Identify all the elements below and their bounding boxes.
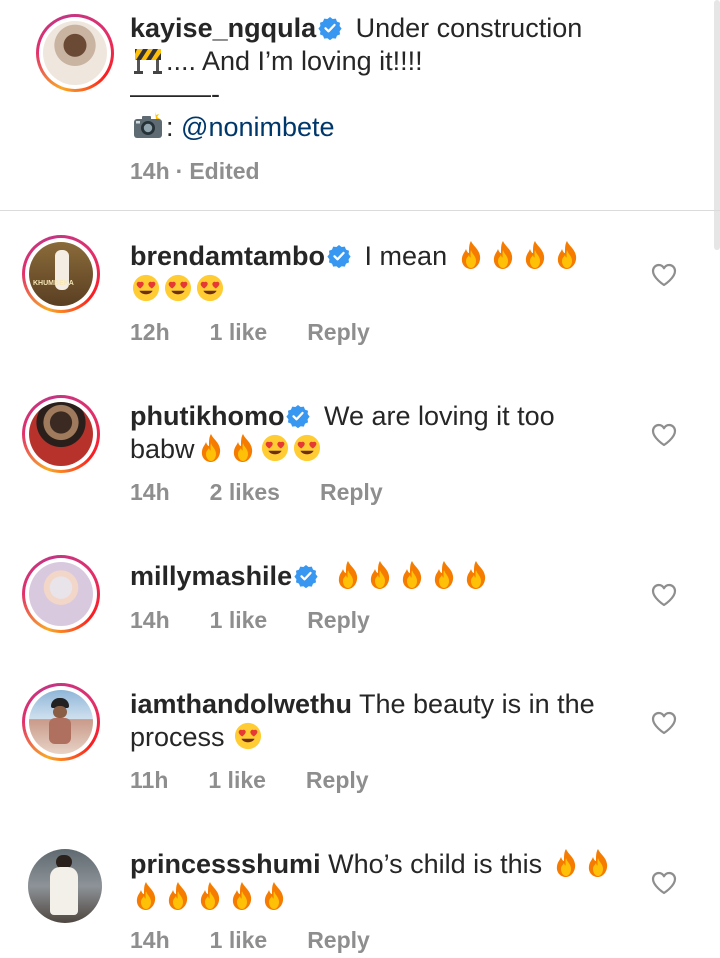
like-count[interactable]: 1 like xyxy=(210,607,268,634)
caption-line3: ———- xyxy=(130,79,220,109)
like-count[interactable]: 1 like xyxy=(210,927,268,954)
verified-icon xyxy=(327,244,351,268)
verified-icon xyxy=(294,564,318,588)
fire-icon xyxy=(197,433,225,463)
fire-icon xyxy=(553,240,581,270)
fire-icon xyxy=(132,881,160,911)
like-heart-icon[interactable] xyxy=(651,871,677,895)
avatar[interactable] xyxy=(22,555,100,633)
comment-text: phutikhomo We are loving it too babw xyxy=(130,400,610,466)
fire-icon xyxy=(164,881,192,911)
like-heart-icon[interactable] xyxy=(651,423,677,447)
reply-button[interactable]: Reply xyxy=(307,927,370,954)
reply-button[interactable]: Reply xyxy=(306,767,369,794)
edited-label: Edited xyxy=(189,158,260,184)
camera-icon xyxy=(132,111,164,141)
caption-time: 14h xyxy=(130,158,170,184)
fire-icon xyxy=(430,560,458,590)
like-heart-icon[interactable] xyxy=(651,711,677,735)
reply-button[interactable]: Reply xyxy=(320,479,383,506)
heart-eyes-icon xyxy=(293,433,321,463)
avatar[interactable]: KHUMBEKA xyxy=(22,235,100,313)
fire-icon xyxy=(229,433,257,463)
comment-meta: 14h 1 like Reply xyxy=(130,607,370,634)
construction-icon xyxy=(132,45,164,75)
reply-button[interactable]: Reply xyxy=(307,607,370,634)
comment-meta: 14h 2 likes Reply xyxy=(130,479,383,506)
fire-icon xyxy=(521,240,549,270)
comment-body: The beauty is in the xyxy=(359,689,595,719)
verified-icon xyxy=(286,404,310,428)
fire-icon xyxy=(489,240,517,270)
comment-username[interactable]: princessshumi xyxy=(130,849,321,879)
fire-icon xyxy=(196,881,224,911)
comment-body: We are loving it too xyxy=(324,401,555,431)
comment-text: brendamtambo I mean xyxy=(130,240,610,306)
fire-icon xyxy=(260,881,288,911)
fire-icon xyxy=(228,881,256,911)
comment-item: princessshumi Who’s child is this 14h 1 … xyxy=(0,841,720,958)
fire-icon xyxy=(334,560,362,590)
heart-eyes-icon xyxy=(261,433,289,463)
post-caption: kayise_ngqula Under construction .... An… xyxy=(0,0,720,210)
divider xyxy=(0,210,720,211)
heart-eyes-icon xyxy=(196,273,224,303)
comment-text: iamthandolwethu The beauty is in the pro… xyxy=(130,688,610,754)
comment-body: I mean xyxy=(364,241,448,271)
comment-item: KHUMBEKA brendamtambo I mean 12h 1 like … xyxy=(0,233,720,383)
comment-text: millymashile xyxy=(130,560,610,593)
like-count[interactable]: 2 likes xyxy=(210,479,280,506)
comment-body-cont: babw xyxy=(130,434,195,464)
heart-eyes-icon xyxy=(234,721,262,751)
comment-meta: 12h 1 like Reply xyxy=(130,319,370,346)
comment-meta: 11h 1 like Reply xyxy=(130,767,369,794)
fire-icon xyxy=(457,240,485,270)
comment-username[interactable]: iamthandolwethu xyxy=(130,689,352,719)
like-heart-icon[interactable] xyxy=(651,263,677,287)
caption-meta: 14h · Edited xyxy=(130,158,260,185)
mention-link[interactable]: @nonimbete xyxy=(181,112,335,142)
caption-text: kayise_ngqula Under construction .... An… xyxy=(130,12,620,144)
like-heart-icon[interactable] xyxy=(651,583,677,607)
comment-time: 12h xyxy=(130,319,170,345)
like-count[interactable]: 1 like xyxy=(208,767,266,794)
comment-time: 14h xyxy=(130,479,170,505)
caption-credit-sep: : xyxy=(166,112,174,142)
heart-eyes-icon xyxy=(132,273,160,303)
reply-button[interactable]: Reply xyxy=(307,319,370,346)
like-count[interactable]: 1 like xyxy=(210,319,268,346)
comment-time: 14h xyxy=(130,607,170,633)
comment-item: phutikhomo We are loving it too babw 14h… xyxy=(0,393,720,543)
fire-icon xyxy=(398,560,426,590)
comment-item: iamthandolwethu The beauty is in the pro… xyxy=(0,681,720,831)
avatar[interactable] xyxy=(22,683,100,761)
dot-separator: · xyxy=(175,158,184,184)
comment-time: 11h xyxy=(130,767,169,793)
caption-line1: Under construction xyxy=(355,13,583,43)
caption-username[interactable]: kayise_ngqula xyxy=(130,13,316,43)
avatar[interactable] xyxy=(28,849,102,923)
heart-eyes-icon xyxy=(164,273,192,303)
comment-body: Who’s child is this xyxy=(328,849,543,879)
comment-item: millymashile 14h 1 like Reply xyxy=(0,553,720,673)
comment-meta: 14h 1 like Reply xyxy=(130,927,370,954)
fire-icon xyxy=(584,848,612,878)
comment-text: princessshumi Who’s child is this xyxy=(130,848,610,914)
comment-time: 14h xyxy=(130,927,170,953)
avatar[interactable] xyxy=(22,395,100,473)
comment-username[interactable]: brendamtambo xyxy=(130,241,325,271)
comment-body-cont: process xyxy=(130,722,225,752)
avatar[interactable] xyxy=(36,14,114,92)
fire-icon xyxy=(552,848,580,878)
caption-line2: .... And I’m loving it!!!! xyxy=(166,46,423,76)
verified-icon xyxy=(318,16,342,40)
fire-icon xyxy=(366,560,394,590)
comment-username[interactable]: millymashile xyxy=(130,561,292,591)
fire-icon xyxy=(462,560,490,590)
comment-username[interactable]: phutikhomo xyxy=(130,401,284,431)
comments-page: kayise_ngqula Under construction .... An… xyxy=(0,0,720,958)
